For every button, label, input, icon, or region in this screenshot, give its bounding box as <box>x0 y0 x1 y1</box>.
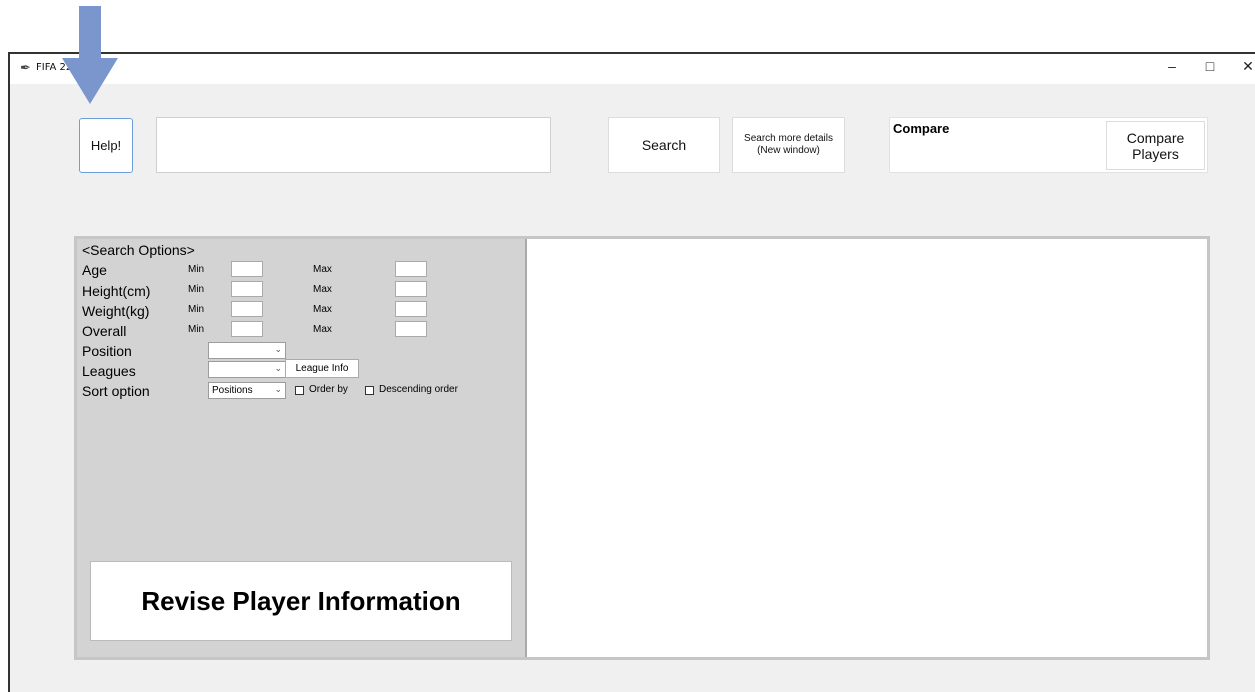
annotation-arrow-icon <box>62 6 118 104</box>
height-max-label: Max <box>313 284 332 295</box>
age-max-input[interactable] <box>395 261 427 277</box>
order-by-checkbox[interactable] <box>295 386 304 395</box>
search-more-details-button[interactable]: Search more details (New window) <box>732 117 845 173</box>
title-bar: ✒ FIFA 22 N – □ ✕ <box>10 54 1255 84</box>
descending-label: Descending order <box>379 384 458 395</box>
weight-label: Weight(kg) <box>82 303 150 319</box>
search-input[interactable] <box>156 117 551 173</box>
height-min-label: Min <box>188 284 205 295</box>
chevron-down-icon: ⌄ <box>274 384 282 394</box>
age-label: Age <box>82 262 107 278</box>
search-button[interactable]: Search <box>608 117 720 173</box>
search-options-header: <Search Options> <box>82 242 195 258</box>
leagues-label: Leagues <box>82 363 136 379</box>
order-by-label: Order by <box>309 384 348 395</box>
search-options-panel: <Search Options> Age Min Max Height(cm) … <box>77 239 527 657</box>
app-window: ✒ FIFA 22 N – □ ✕ Help! Search Search mo… <box>8 52 1255 692</box>
results-area[interactable] <box>527 239 1207 657</box>
chevron-down-icon: ⌄ <box>274 363 282 373</box>
client-area: Help! Search Search more details (New wi… <box>10 84 1255 692</box>
main-panel: <Search Options> Age Min Max Height(cm) … <box>74 236 1210 660</box>
chevron-down-icon: ⌄ <box>274 344 282 354</box>
maximize-button[interactable]: □ <box>1200 58 1220 74</box>
compare-panel: Compare Compare Players <box>889 117 1208 173</box>
position-label: Position <box>82 343 132 359</box>
overall-min-input[interactable] <box>231 321 263 337</box>
weight-max-input[interactable] <box>395 301 427 317</box>
minimize-button[interactable]: – <box>1162 58 1182 74</box>
compare-players-button[interactable]: Compare Players <box>1106 121 1205 170</box>
height-label: Height(cm) <box>82 283 151 299</box>
sort-option-select[interactable]: Positions ⌄ <box>208 382 286 399</box>
overall-label: Overall <box>82 323 127 339</box>
overall-min-label: Min <box>188 324 205 335</box>
compare-title: Compare <box>893 121 950 136</box>
overall-max-label: Max <box>313 324 332 335</box>
leagues-select[interactable]: ⌄ <box>208 361 286 378</box>
age-min-input[interactable] <box>231 261 263 277</box>
sort-option-label: Sort option <box>82 383 150 399</box>
height-max-input[interactable] <box>395 281 427 297</box>
overall-max-input[interactable] <box>395 321 427 337</box>
age-max-label: Max <box>313 264 332 275</box>
feather-icon: ✒ <box>20 60 31 75</box>
weight-min-input[interactable] <box>231 301 263 317</box>
weight-min-label: Min <box>188 304 205 315</box>
revise-player-information-button[interactable]: Revise Player Information <box>90 561 512 641</box>
league-info-button[interactable]: League Info <box>285 359 359 378</box>
sort-option-value: Positions <box>212 385 253 396</box>
help-button[interactable]: Help! <box>79 118 133 173</box>
age-min-label: Min <box>188 264 205 275</box>
height-min-input[interactable] <box>231 281 263 297</box>
close-button[interactable]: ✕ <box>1238 58 1255 75</box>
descending-checkbox[interactable] <box>365 386 374 395</box>
weight-max-label: Max <box>313 304 332 315</box>
position-select[interactable]: ⌄ <box>208 342 286 359</box>
